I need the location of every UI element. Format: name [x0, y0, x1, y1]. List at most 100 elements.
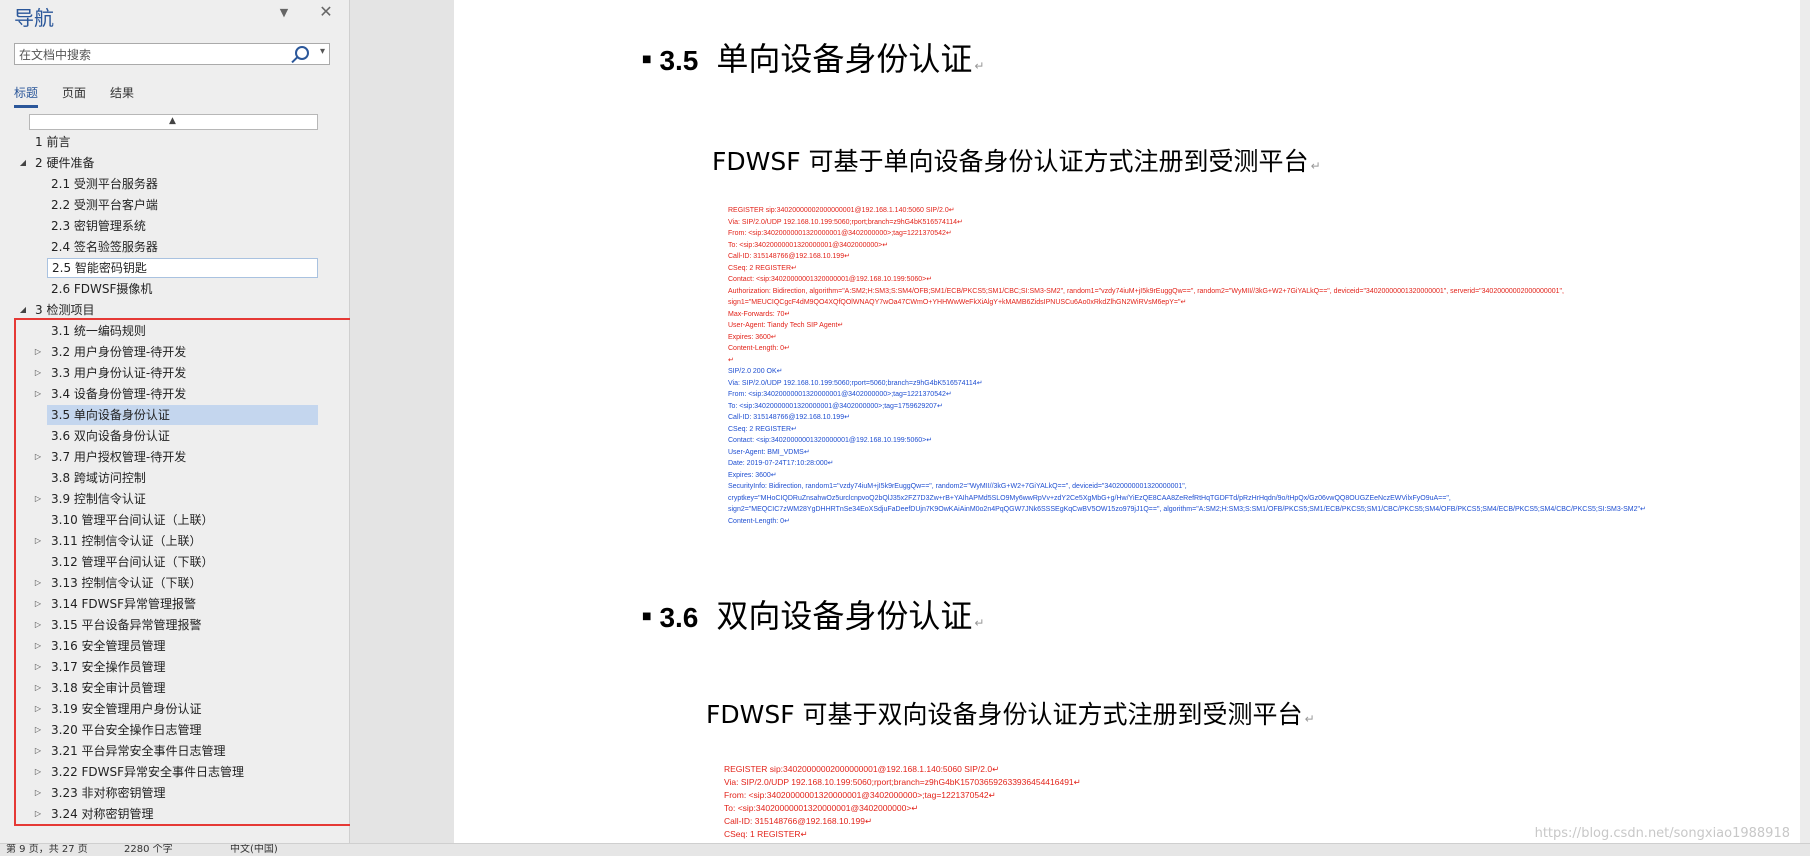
nav-heading-item[interactable]: 3.23 非对称密钥管理: [47, 783, 318, 803]
nav-heading-label: 3.1 统一编码规则: [51, 324, 146, 338]
expand-arrow-icon[interactable]: ▷: [33, 804, 43, 824]
paragraph-mark-icon: ↵: [1310, 159, 1321, 173]
nav-heading-label: 3.18 安全审计员管理: [51, 681, 166, 695]
expand-arrow-icon[interactable]: ▷: [33, 447, 43, 467]
nav-heading-label: 3.5 单向设备身份认证: [51, 408, 170, 422]
collapse-headings-button[interactable]: ▲: [29, 114, 318, 130]
collapse-arrow-icon[interactable]: ◢: [18, 153, 28, 173]
tab-pages[interactable]: 页面: [62, 84, 86, 108]
expand-arrow-icon[interactable]: ▷: [33, 741, 43, 761]
heading-3-5[interactable]: ■ 3.5 单向设备身份认证 ↵: [642, 34, 984, 80]
code-line: Contact: <sip:34020000001320000001@192.1…: [728, 437, 933, 444]
nav-heading-item[interactable]: 2.5 智能密码钥匙: [47, 258, 318, 278]
code-line: Contact: <sip:34020000001320000001@192.1…: [728, 276, 933, 283]
nav-heading-item[interactable]: 3.6 双向设备身份认证: [47, 426, 318, 446]
code-line: User-Agent: Tiandy Tech SIP Agent↵: [728, 322, 844, 329]
expand-arrow-icon[interactable]: ▷: [33, 384, 43, 404]
expand-arrow-icon[interactable]: ▷: [33, 573, 43, 593]
expand-arrow-icon[interactable]: ▷: [33, 678, 43, 698]
heading-text: 单向设备身份认证: [716, 40, 973, 78]
code-line: Call-ID: 315148766@192.168.10.199↵: [724, 816, 873, 826]
vertical-scrollbar[interactable]: [1800, 0, 1810, 843]
status-language[interactable]: 中文(中国): [230, 844, 278, 856]
code-line: Via: SIP/2.0/UDP 192.168.10.199:5060;rpo…: [724, 777, 1081, 787]
status-page-count[interactable]: 第 9 页，共 27 页: [6, 844, 88, 856]
nav-heading-item[interactable]: 3.3 用户身份认证-待开发: [47, 363, 318, 383]
tab-results[interactable]: 结果: [110, 84, 134, 108]
code-line: Via: SIP/2.0/UDP 192.168.10.199:5060;rpo…: [728, 218, 963, 226]
code-line: CSeq: 2 REGISTER↵: [728, 264, 797, 272]
expand-arrow-icon[interactable]: ▷: [33, 636, 43, 656]
nav-heading-item[interactable]: 3.20 平台安全操作日志管理: [47, 720, 318, 740]
document-page[interactable]: ■ 3.5 单向设备身份认证 ↵ FDWSF 可基于单向设备身份认证方式注册到受…: [454, 0, 1800, 843]
nav-search-box[interactable]: ▾: [14, 43, 330, 65]
nav-search-input[interactable]: [15, 45, 293, 65]
expand-arrow-icon[interactable]: ▷: [33, 531, 43, 551]
nav-heading-item[interactable]: 3.2 用户身份管理-待开发: [47, 342, 318, 362]
nav-heading-item[interactable]: 3.24 对称密钥管理: [47, 804, 318, 824]
code-line: From: <sip:34020000001320000001@34020000…: [724, 790, 996, 800]
nav-close-icon[interactable]: ✕: [316, 2, 336, 21]
nav-heading-item[interactable]: 3.16 安全管理员管理: [47, 636, 318, 656]
expand-arrow-icon[interactable]: ▷: [33, 783, 43, 803]
tab-headings[interactable]: 标题: [14, 84, 39, 108]
nav-heading-item[interactable]: 3.18 安全审计员管理: [47, 678, 318, 698]
nav-heading-item[interactable]: 3.13 控制信令认证（下联）: [47, 573, 318, 593]
expand-arrow-icon[interactable]: ▷: [33, 489, 43, 509]
nav-heading-item[interactable]: 3.21 平台异常安全事件日志管理: [47, 741, 318, 761]
nav-heading-label: 3.23 非对称密钥管理: [51, 786, 166, 800]
search-icon[interactable]: [295, 46, 309, 60]
nav-heading-item[interactable]: 3.10 管理平台间认证（上联）: [47, 510, 318, 530]
expand-arrow-icon[interactable]: ▷: [33, 615, 43, 635]
expand-arrow-icon[interactable]: ▷: [33, 657, 43, 677]
nav-heading-item[interactable]: 3.1 统一编码规则: [47, 321, 318, 341]
nav-heading-label: 3.3 用户身份认证-待开发: [51, 366, 187, 380]
nav-heading-label: 3.2 用户身份管理-待开发: [51, 345, 187, 359]
nav-heading-label: 3.6 双向设备身份认证: [51, 429, 170, 443]
collapse-arrow-icon[interactable]: ◢: [18, 300, 28, 320]
nav-heading-label: 2.5 智能密码钥匙: [52, 261, 147, 275]
nav-heading-item[interactable]: 3.5 单向设备身份认证: [47, 405, 318, 425]
nav-heading-item[interactable]: 2.6 FDWSF摄像机: [47, 279, 318, 299]
nav-heading-item[interactable]: 1 前言: [33, 132, 319, 152]
status-word-count[interactable]: 2280 个字: [124, 844, 173, 856]
nav-heading-item[interactable]: 3.4 设备身份管理-待开发: [47, 384, 318, 404]
nav-heading-item[interactable]: 3.11 控制信令认证（上联）: [47, 531, 318, 551]
nav-heading-item[interactable]: 3.22 FDWSF异常安全事件日志管理: [47, 762, 318, 782]
nav-heading-item[interactable]: 3.12 管理平台间认证（下联）: [47, 552, 318, 572]
code-line: sign1="MEUCIQCgcF4dM9QO4XQfQOlWNAQY7wOa4…: [728, 299, 1187, 306]
sip-message-block-2[interactable]: REGISTER sip:34020000002000000001@192.16…: [724, 763, 1081, 841]
nav-heading-item[interactable]: 3.8 跨域访问控制: [47, 468, 318, 488]
expand-arrow-icon[interactable]: ▷: [33, 762, 43, 782]
nav-options-dropdown-icon[interactable]: ▼: [274, 6, 294, 19]
status-bar: 第 9 页，共 27 页 2280 个字 中文(中国): [0, 843, 1810, 856]
expand-arrow-icon[interactable]: ▷: [33, 363, 43, 383]
expand-arrow-icon[interactable]: ▷: [33, 699, 43, 719]
expand-arrow-icon[interactable]: ▷: [33, 342, 43, 362]
nav-heading-item[interactable]: 3 检测项目: [33, 300, 319, 320]
nav-heading-item[interactable]: 2 硬件准备: [33, 153, 319, 173]
code-line: Date: 2019-07-24T17:10:28:000↵: [728, 460, 834, 467]
nav-heading-item[interactable]: 2.1 受测平台服务器: [47, 174, 318, 194]
nav-heading-item[interactable]: 3.9 控制信令认证: [47, 489, 318, 509]
paragraph-3-6[interactable]: FDWSF 可基于双向设备身份认证方式注册到受测平台 ↵: [706, 695, 1315, 731]
nav-heading-item[interactable]: 2.2 受测平台客户端: [47, 195, 318, 215]
nav-heading-item[interactable]: 3.17 安全操作员管理: [47, 657, 318, 677]
code-line: User-Agent: BMI_VDMS↵: [728, 448, 810, 456]
nav-heading-item[interactable]: 3.15 平台设备异常管理报警: [47, 615, 318, 635]
nav-heading-label: 3.22 FDWSF异常安全事件日志管理: [51, 765, 245, 779]
paragraph-3-5[interactable]: FDWSF 可基于单向设备身份认证方式注册到受测平台 ↵: [712, 142, 1321, 178]
sip-message-block-1[interactable]: REGISTER sip:34020000002000000001@192.16…: [728, 205, 1646, 527]
nav-heading-item[interactable]: 3.19 安全管理用户身份认证: [47, 699, 318, 719]
nav-heading-item[interactable]: 3.14 FDWSF异常管理报警: [47, 594, 318, 614]
expand-arrow-icon[interactable]: ▷: [33, 594, 43, 614]
nav-heading-item[interactable]: 3.7 用户授权管理-待开发: [47, 447, 318, 467]
nav-heading-item[interactable]: 2.4 签名验签服务器: [47, 237, 318, 257]
search-options-caret-icon[interactable]: ▾: [320, 46, 325, 57]
heading-number: 3.5: [659, 45, 699, 76]
nav-heading-item[interactable]: 2.3 密钥管理系统: [47, 216, 318, 236]
nav-heading-label: 2.3 密钥管理系统: [51, 219, 146, 233]
heading-3-6[interactable]: ■ 3.6 双向设备身份认证 ↵: [642, 591, 984, 637]
nav-heading-label: 2.6 FDWSF摄像机: [51, 282, 153, 296]
expand-arrow-icon[interactable]: ▷: [33, 720, 43, 740]
